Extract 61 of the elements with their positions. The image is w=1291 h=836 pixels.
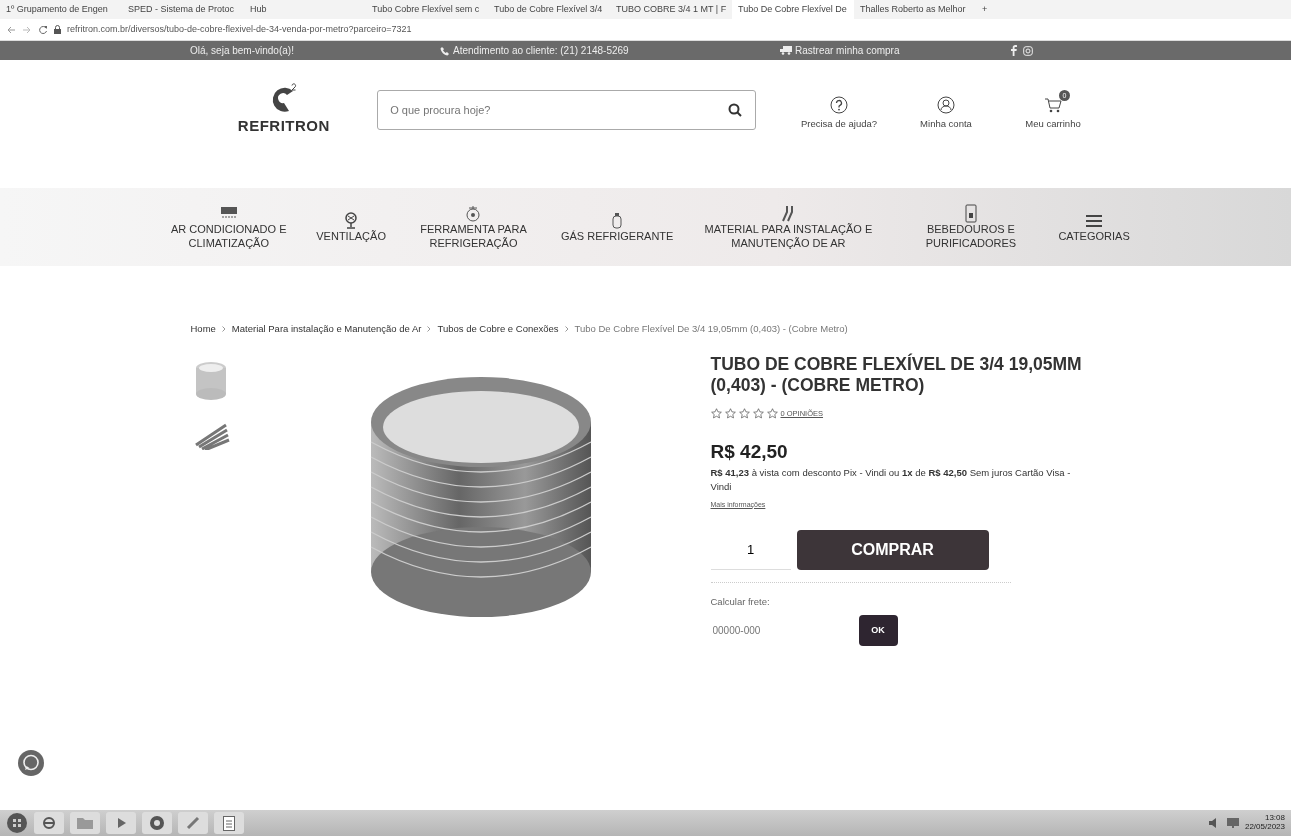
- clock-time: 13:08: [1264, 814, 1285, 823]
- browser-tab[interactable]: 1º Grupamento de Engen: [0, 0, 122, 19]
- browser-tab[interactable]: SPED - Sistema de Protoc: [122, 0, 244, 19]
- phone-icon: [440, 45, 450, 56]
- breadcrumb-link[interactable]: Tubos de Cobre e Conexões: [437, 322, 559, 337]
- browser-tab[interactable]: Tubo Cobre Flexível sem c: [366, 0, 488, 19]
- ok-button[interactable]: OK: [858, 614, 898, 646]
- help-icon: [830, 95, 848, 114]
- star-icon: [738, 408, 750, 420]
- category-link[interactable]: BEBEDOUROS E PURIFICADORES: [899, 203, 1043, 251]
- search-field[interactable]: O que procura hoje?: [377, 90, 756, 130]
- browser-tab[interactable]: Tubo De Cobre Flexível De: [732, 0, 854, 19]
- chevron-icon: [564, 326, 569, 333]
- browser-tab[interactable]: Thalles Roberto as Melhor: [854, 0, 976, 19]
- category-link[interactable]: VENTILAÇÃO: [312, 210, 390, 244]
- category-link[interactable]: CATEGORIAS: [1054, 210, 1134, 244]
- logo-text[interactable]: REFRITRON: [237, 114, 330, 138]
- breadcrumb-link[interactable]: Home: [190, 322, 216, 337]
- back-icon[interactable]: [6, 24, 16, 35]
- category-link[interactable]: FERRAMENTA PARA REFRIGERAÇÃO: [401, 203, 545, 251]
- star-icon: [752, 408, 764, 420]
- category-link[interactable]: MATERIAL PARA INSTALAÇÃO E MANUTENÇÃO DE AR: [689, 203, 888, 251]
- breadcrumb-current: Tubo De Cobre Flexível De 3/4 19,05mm (0,403) - (Cobre Metro): [574, 322, 848, 336]
- product-title: TUBO DE COBRE FLEXÍVEL DE 3/4 19,05MM (0,403) - (COBRE METRO): [710, 354, 1083, 397]
- taskbar-document-icon[interactable]: [214, 812, 244, 834]
- greeting-text: Olá, seja bem-vindo(a)!: [190, 44, 295, 58]
- shipping-label: Calcular frete:: [710, 594, 771, 609]
- category-link[interactable]: GÁS REFRIGERANTE: [556, 210, 678, 244]
- url-text[interactable]: refritron.com.br/diversos/tubo-de-cobre-flexivel-de-34-venda-por-metro?parceiro=7321: [67, 22, 412, 37]
- cart-icon: [1044, 95, 1062, 114]
- browser-tab[interactable]: TUBO COBRE 3/4 1 MT | F: [610, 0, 732, 19]
- taskbar-paint-icon[interactable]: [178, 812, 208, 834]
- network-icon[interactable]: [1226, 818, 1239, 828]
- user-icon: [937, 95, 955, 114]
- category-link[interactable]: AR CONDICIONADO E CLIMATIZAÇÃO: [157, 203, 301, 251]
- chevron-icon: [221, 326, 226, 333]
- browser-tab[interactable]: Tubo de Cobre Flexível 3/4: [488, 0, 610, 19]
- header-action-link[interactable]: Precisa de ajuda?: [791, 87, 887, 133]
- start-orb-icon[interactable]: [6, 812, 28, 834]
- taskbar-browser-icon[interactable]: [34, 812, 64, 834]
- support-text: Atendimento ao cliente: (21) 2148-5269: [453, 44, 629, 58]
- new-tab-button[interactable]: +: [976, 0, 1000, 19]
- taskbar-media-icon[interactable]: [106, 812, 136, 834]
- price-text: R$ 42,50: [710, 439, 789, 464]
- breadcrumb-link[interactable]: Material Para instalação e Manutenção de Ar: [231, 322, 422, 337]
- payment-details: R$ 41,23 à vista com desconto Pix - Vindi ou 1x de R$ 42,50 Sem juros Cartão Visa - Vindi: [710, 466, 1072, 494]
- chevron-icon: [427, 326, 432, 333]
- buy-button[interactable]: COMPRAR: [796, 529, 989, 570]
- reload-icon[interactable]: [38, 24, 48, 35]
- truck-icon: [780, 46, 792, 55]
- clock-date: 22/05/2023: [1244, 823, 1285, 832]
- star-icon: [766, 408, 778, 420]
- lock-icon: [54, 25, 61, 34]
- header-action-link[interactable]: Minha conta: [898, 87, 994, 133]
- instagram-icon[interactable]: [1023, 45, 1033, 56]
- search-icon[interactable]: [727, 103, 742, 117]
- browser-tab[interactable]: Hub: [244, 0, 366, 19]
- tracking-link[interactable]: Rastrear minha compra: [795, 43, 900, 58]
- star-icon: [724, 408, 736, 420]
- facebook-icon[interactable]: [1010, 45, 1017, 56]
- star-icon: [710, 408, 722, 420]
